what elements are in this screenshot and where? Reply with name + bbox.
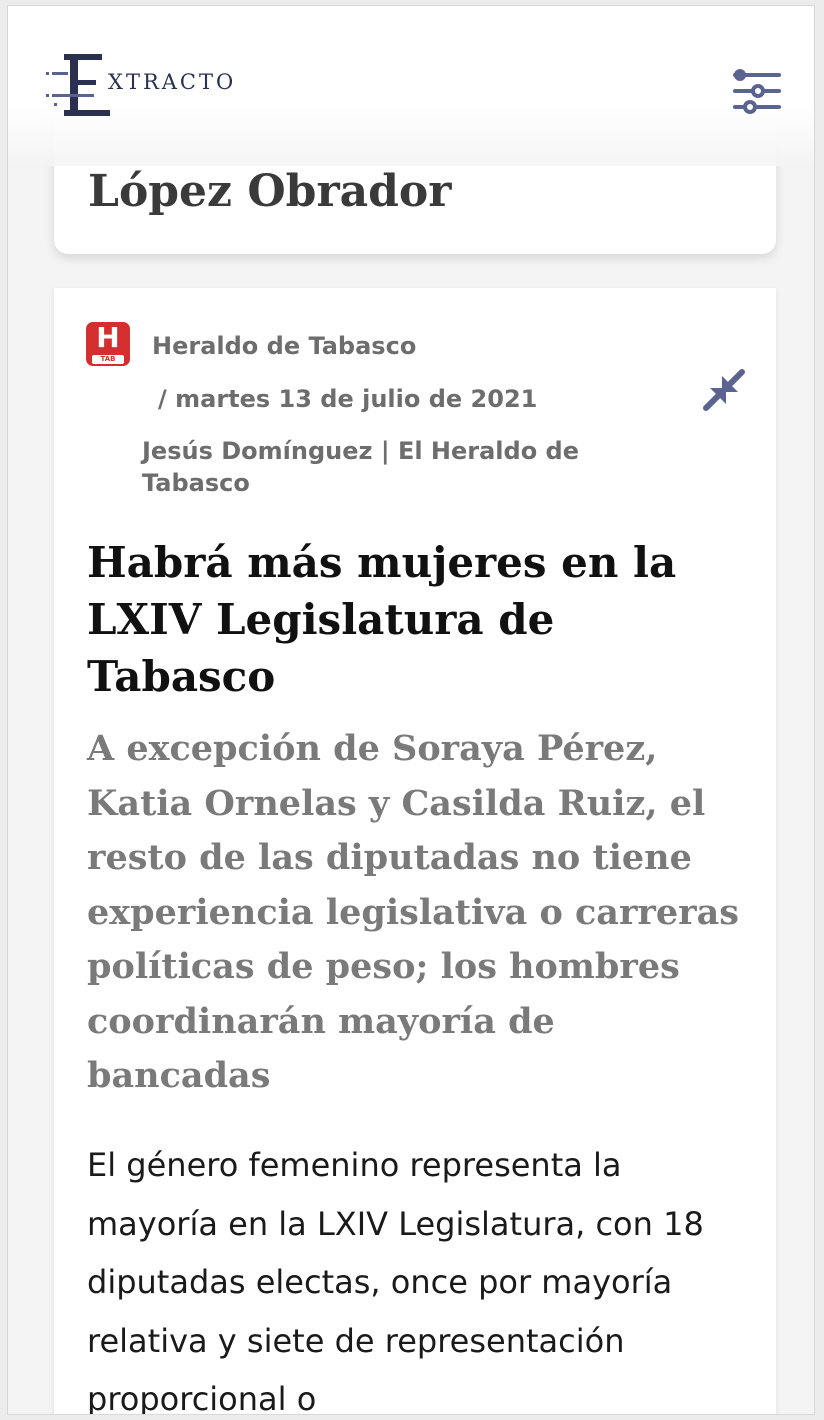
previous-article-title: López Obrador [88,166,452,217]
collapse-article-button[interactable] [696,362,752,418]
extracto-logo[interactable]: XTRACTO [46,50,236,122]
logo-e-mark [46,54,110,116]
article-title: Habrá más mujeres en la LXIV Legislatura… [87,538,677,701]
filter-settings-button[interactable] [732,66,782,116]
source-logo-letter: H [96,321,120,354]
article-source[interactable]: Heraldo de Tabasco [152,332,416,360]
app-header: XTRACTO [8,6,814,166]
article-body: El género femenino representa la mayoría… [87,1146,704,1415]
sliders-icon [733,69,781,114]
article-subtitle: A excepción de Soraya Pérez, Katia Ornel… [87,728,739,1096]
collapse-arrows-icon [703,369,745,411]
article-date: / martes 13 de julio de 2021 [158,385,538,413]
app-frame: XTRACTO López Obrador H TAB Heraldo de T… [7,5,815,1415]
source-logo-sub: TAB [92,355,124,364]
logo-text: XTRACTO [108,70,237,94]
article-card: H TAB Heraldo de Tabasco / martes 13 de … [54,288,776,1415]
article-author: Jesús Domínguez | El Heraldo de Tabasco [142,437,580,497]
heraldo-logo-icon: H TAB [86,322,130,366]
